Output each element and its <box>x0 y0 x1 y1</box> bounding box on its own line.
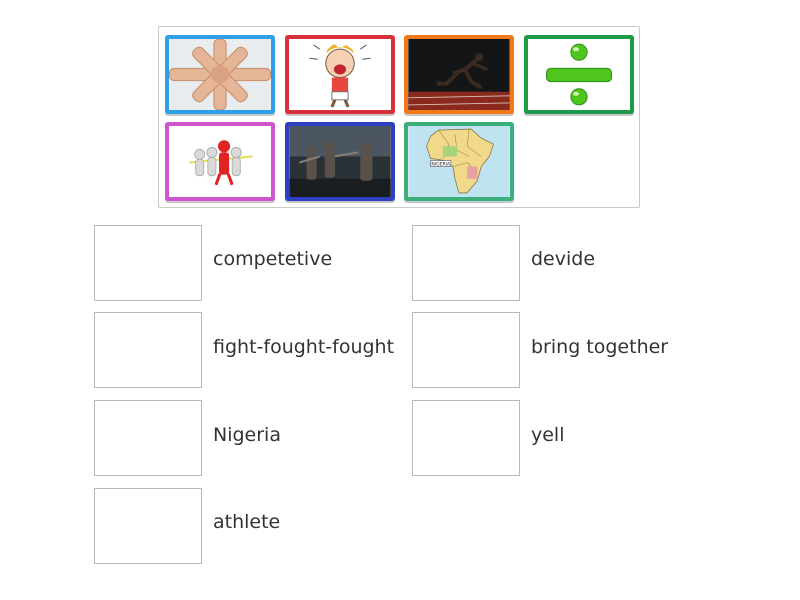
word-athlete: athlete <box>213 511 281 533</box>
tile-yelling-boy[interactable] <box>285 35 395 114</box>
drop-slot[interactable] <box>94 400 202 476</box>
word-fight-fought-fought: fight-fought-fought <box>213 336 395 358</box>
word-yell: yell <box>531 424 565 446</box>
word-devide: devide <box>531 248 596 270</box>
soldiers-fighting-icon <box>289 126 391 197</box>
tile-africa-map[interactable]: NIGERIA <box>404 122 514 201</box>
tile-race-leader[interactable] <box>165 122 275 201</box>
drop-slot[interactable] <box>412 225 520 301</box>
drop-slot[interactable] <box>94 225 202 301</box>
word-competetive: competetive <box>213 248 333 270</box>
drop-slot[interactable] <box>94 488 202 564</box>
tile-divide[interactable] <box>524 35 634 114</box>
map-label-nigeria: NIGERIA <box>431 162 451 168</box>
sprinter-athlete-icon <box>408 39 510 110</box>
africa-map-icon: NIGERIA <box>408 126 510 197</box>
divide-sign-icon <box>528 39 630 110</box>
drop-slot[interactable] <box>412 312 520 388</box>
yelling-boy-icon <box>289 39 391 110</box>
tile-sprinter[interactable] <box>404 35 514 114</box>
race-leader-figures-icon <box>169 126 271 197</box>
drop-slot[interactable] <box>412 400 520 476</box>
tile-soldiers[interactable] <box>285 122 395 201</box>
hands-together-icon <box>169 39 271 110</box>
tile-hands-together[interactable] <box>165 35 275 114</box>
drop-slot[interactable] <box>94 312 202 388</box>
word-nigeria: Nigeria <box>213 424 281 446</box>
word-bring-together: bring together <box>531 336 669 358</box>
